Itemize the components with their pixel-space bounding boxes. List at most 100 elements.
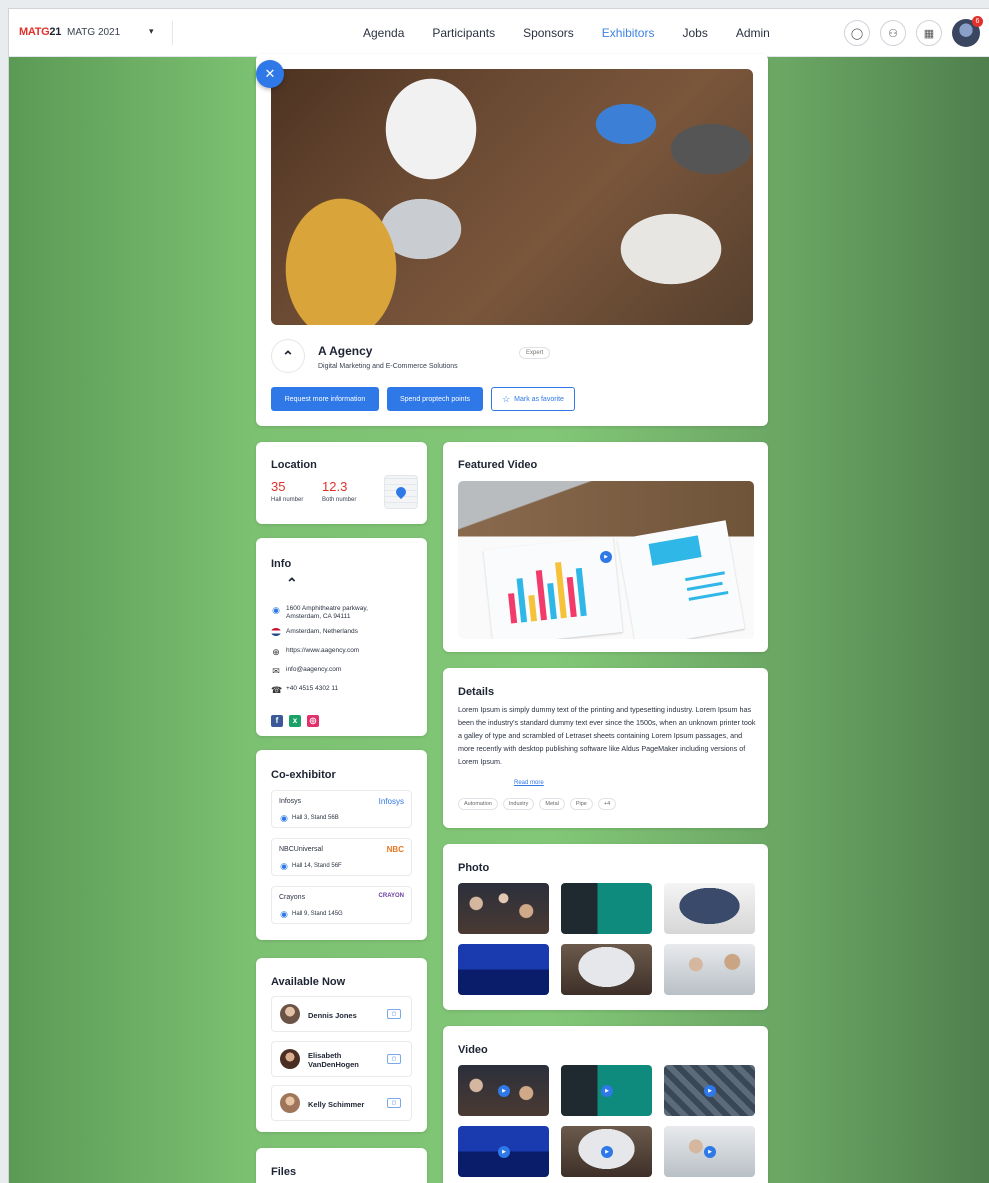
infosys-logo: Infosys: [378, 797, 404, 806]
co-exhibitor-card: Co-exhibitor Infosys Infosys ◉ Hall 3, St…: [256, 750, 427, 940]
chat-icon[interactable]: ◯: [844, 20, 870, 46]
company-logo: ⌃: [271, 339, 305, 373]
main-nav: Agenda Participants Sponsors Exhibitors …: [349, 9, 784, 57]
chat-icon[interactable]: ▢: [387, 1054, 401, 1064]
expert-badge: Expert: [519, 347, 551, 359]
tag[interactable]: Pipe: [569, 798, 593, 810]
files-card: Files: [256, 1148, 427, 1183]
video-thumbnail[interactable]: ▶: [458, 1126, 549, 1177]
event-switcher[interactable]: MATG21 MATG 2021: [19, 26, 120, 38]
nav-exhibitors[interactable]: Exhibitors: [588, 26, 669, 40]
play-icon[interactable]: ▶: [704, 1085, 716, 1097]
photo-thumbnail[interactable]: [561, 944, 652, 995]
location-pin-icon: ◉: [272, 605, 280, 615]
window-top-edge: [0, 0, 989, 8]
co-exhibitor-name: NBCUniversal: [279, 846, 323, 853]
person-item[interactable]: Kelly Schimmer ▢: [271, 1085, 412, 1121]
person-item[interactable]: Elisabeth VanDenHogen ▢: [271, 1041, 412, 1077]
request-info-button[interactable]: Request more information: [271, 387, 379, 411]
play-icon[interactable]: ▶: [498, 1085, 510, 1097]
video-thumbnail[interactable]: ▶: [561, 1065, 652, 1116]
person-name: Kelly Schimmer: [308, 1100, 365, 1109]
play-icon[interactable]: ▶: [601, 1146, 613, 1158]
video-title: Video: [458, 1044, 488, 1056]
instagram-icon[interactable]: ◎: [307, 715, 319, 727]
close-icon[interactable]: ✕: [256, 60, 284, 88]
person-name: Dennis Jones: [308, 1011, 357, 1020]
person-item[interactable]: Dennis Jones ▢: [271, 996, 412, 1032]
favorite-label: Mark as favorite: [514, 395, 564, 403]
photo-thumbnail[interactable]: [458, 944, 549, 995]
floor-map-thumbnail[interactable]: [384, 475, 418, 509]
files-title: Files: [271, 1166, 297, 1178]
calendar-icon[interactable]: ▦: [916, 20, 942, 46]
photo-thumbnail[interactable]: [664, 883, 755, 934]
phone-icon: ☎: [271, 685, 283, 695]
featured-video-thumbnail[interactable]: ▶: [458, 481, 754, 639]
play-icon[interactable]: ▶: [601, 1085, 613, 1097]
person-avatar: [280, 1049, 300, 1069]
nbc-logo: NBC: [386, 845, 404, 854]
tag-list: Automation Industry Metal Pipe +4: [458, 798, 617, 810]
read-more-link[interactable]: Read more: [514, 780, 544, 786]
crayon-logo: CRAYON: [378, 893, 404, 899]
map-pin-icon: [393, 484, 409, 500]
email-link[interactable]: info@aagency.com: [286, 666, 341, 674]
photo-thumbnail[interactable]: [664, 944, 755, 995]
video-thumbnail[interactable]: ▶: [664, 1126, 755, 1177]
address-row: ◉ 1600 Amphitheatre parkway, Amsterdam, …: [271, 605, 396, 621]
nav-admin[interactable]: Admin: [722, 26, 784, 40]
video-thumbnail[interactable]: ▶: [664, 1065, 755, 1116]
co-exhibitor-item[interactable]: Crayons CRAYON ◉ Hall 9, Stand 145G: [271, 886, 412, 924]
photo-thumbnail[interactable]: [458, 883, 549, 934]
video-thumbnail[interactable]: ▶: [458, 1065, 549, 1116]
video-thumbnail[interactable]: ▶: [561, 1126, 652, 1177]
phone-row[interactable]: ☎ +40 4515 4302 11: [271, 685, 338, 695]
play-icon[interactable]: ▶: [704, 1146, 716, 1158]
photo-thumbnail[interactable]: [561, 883, 652, 934]
people-icon[interactable]: ⚇: [880, 20, 906, 46]
nav-agenda[interactable]: Agenda: [349, 26, 418, 40]
location-card: Location 35 Hall number 12.3 Both number: [256, 442, 427, 524]
video-card: Video ▶ ▶ ▶ ▶ ▶ ▶: [443, 1026, 768, 1183]
co-exhibitor-location: ◉ Hall 9, Stand 145G: [280, 909, 343, 919]
available-now-title: Available Now: [271, 976, 346, 988]
co-exhibitor-item[interactable]: Infosys Infosys ◉ Hall 3, Stand 56B: [271, 790, 412, 828]
play-icon[interactable]: ▶: [498, 1146, 510, 1158]
person-avatar: [280, 1004, 300, 1024]
nav-jobs[interactable]: Jobs: [668, 26, 721, 40]
chat-icon[interactable]: ▢: [387, 1009, 401, 1019]
website-row[interactable]: ⊕ https://www.aagency.com: [271, 647, 359, 657]
user-avatar[interactable]: 6: [952, 16, 983, 47]
notification-badge: 6: [972, 16, 983, 27]
tag[interactable]: Industry: [502, 798, 535, 810]
play-icon[interactable]: ▶: [600, 551, 612, 563]
spend-points-button[interactable]: Spend proptech points: [387, 387, 483, 411]
tag-more[interactable]: +4: [597, 798, 617, 810]
country-row: Amsterdam, Netherlands: [271, 628, 358, 636]
xing-icon[interactable]: x: [289, 715, 301, 727]
co-exhibitor-item[interactable]: NBCUniversal NBC ◉ Hall 14, Stand 56F: [271, 838, 412, 876]
tag[interactable]: Automation: [458, 798, 498, 810]
divider: [172, 21, 173, 45]
top-bar: MATG21 MATG 2021 ▾ Agenda Participants S…: [9, 9, 989, 57]
nav-participants[interactable]: Participants: [418, 26, 509, 40]
nav-sponsors[interactable]: Sponsors: [509, 26, 588, 40]
phone-text[interactable]: +40 4515 4302 11: [286, 685, 338, 693]
hall-label: Hall number: [271, 497, 304, 503]
chat-icon[interactable]: ▢: [387, 1098, 401, 1108]
email-row[interactable]: ✉ info@aagency.com: [271, 666, 341, 676]
co-exhibitor-title: Co-exhibitor: [271, 769, 336, 781]
facebook-icon[interactable]: f: [271, 715, 283, 727]
netherlands-flag-icon: [271, 628, 281, 636]
available-now-card: Available Now Dennis Jones ▢ Elisabeth V…: [256, 958, 427, 1132]
tag[interactable]: Metal: [539, 798, 565, 810]
chevron-down-icon[interactable]: ▾: [149, 26, 154, 37]
website-link[interactable]: https://www.aagency.com: [286, 647, 359, 655]
app-frame: MATG21 MATG 2021 ▾ Agenda Participants S…: [8, 8, 989, 1183]
co-exhibitor-location: ◉ Hall 3, Stand 56B: [280, 813, 339, 823]
favorite-button[interactable]: ☆ Mark as favorite: [491, 387, 575, 411]
booth-number: 12.3: [322, 479, 348, 494]
company-tagline: Digital Marketing and E-Commerce Solutio…: [318, 363, 458, 370]
hall-number: 35: [271, 479, 286, 494]
